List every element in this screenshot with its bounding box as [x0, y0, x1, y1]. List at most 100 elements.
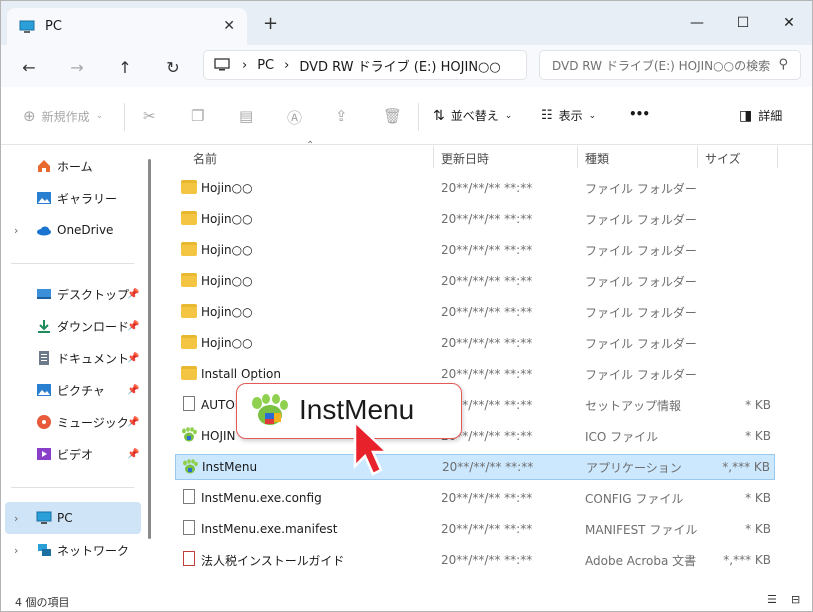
table-row[interactable]: Hojin○○ 20**/**/** **:** ファイル フォルダー — [175, 206, 775, 232]
breadcrumb-drive[interactable]: DVD RW ドライブ (E:) HOJIN○○ — [299, 56, 500, 75]
breadcrumb-pc[interactable]: PC — [257, 58, 274, 73]
maximize-button[interactable]: ☐ — [720, 9, 766, 37]
document-icon — [183, 520, 195, 535]
table-row[interactable]: Hojin○○ 20**/**/** **:** ファイル フォルダー — [175, 237, 775, 263]
details-view-icon[interactable]: ☰ — [767, 593, 777, 606]
tiles-view-icon[interactable]: ⊟ — [791, 593, 800, 606]
rename-button[interactable]: Ⓐ — [287, 107, 302, 128]
back-arrow-icon: ← — [22, 57, 36, 77]
up-button[interactable]: ↑ — [109, 53, 141, 81]
column-header-size[interactable]: サイズ — [705, 150, 741, 167]
pin-icon[interactable]: 📌 — [127, 449, 139, 460]
file-name: Hojin○○ — [201, 336, 253, 350]
column-divider[interactable] — [777, 146, 778, 168]
folder-icon — [181, 366, 197, 380]
cut-button[interactable]: ✂ — [143, 107, 156, 125]
search-input[interactable]: DVD RW ドライブ(E:) HOJIN○○の検索 ⚲ — [539, 50, 801, 80]
sort-button[interactable]: ⇅ 並べ替え ⌄ — [433, 107, 512, 124]
pin-icon[interactable]: 📌 — [127, 353, 139, 364]
column-divider[interactable] — [697, 146, 698, 168]
sidebar-divider — [11, 263, 134, 264]
sidebar-item-home[interactable]: ホーム — [1, 150, 141, 182]
refresh-button[interactable]: ↻ — [157, 53, 189, 81]
app-icon — [182, 459, 198, 474]
share-button[interactable]: ⇪ — [335, 107, 348, 125]
sidebar-item-label: ピクチャ — [57, 383, 105, 398]
toolbar-divider — [124, 103, 125, 131]
sidebar-item-documents[interactable]: ドキュメント 📌 — [1, 342, 141, 374]
back-button[interactable]: ← — [13, 53, 45, 81]
sidebar-item-music[interactable]: ミュージック 📌 — [1, 406, 141, 438]
callout-bubble: InstMenu — [236, 383, 462, 439]
sidebar-item-pc[interactable]: › PC — [5, 502, 141, 534]
new-button[interactable]: ⊕ 新規作成 ⌄ — [23, 107, 103, 125]
folder-icon — [181, 242, 197, 256]
sort-icon: ⇅ — [433, 107, 445, 124]
share-icon: ⇪ — [335, 107, 348, 125]
sidebar-item-onedrive[interactable]: › OneDrive — [1, 214, 141, 246]
file-type: ファイル フォルダー — [585, 336, 697, 351]
file-type: アプリケーション — [586, 460, 682, 475]
column-header-name[interactable]: 名前 — [193, 150, 217, 167]
pin-icon[interactable]: 📌 — [127, 321, 139, 332]
delete-button[interactable]: 🗑 — [383, 107, 402, 125]
computer-icon — [214, 58, 230, 71]
paste-button[interactable]: ▤ — [239, 107, 253, 125]
pin-icon[interactable]: 📌 — [127, 289, 139, 300]
file-size: *,*** KB — [723, 553, 771, 567]
table-row[interactable]: Hojin○○ 20**/**/** **:** ファイル フォルダー — [175, 268, 775, 294]
minimize-button[interactable]: — — [674, 9, 720, 37]
table-row[interactable]: Hojin○○ 20**/**/** **:** ファイル フォルダー — [175, 299, 775, 325]
file-type: ファイル フォルダー — [585, 181, 697, 196]
explorer-window: PC ✕ + — ☐ ✕ ← → ↑ ↻ › PC › DVD RW ドライブ … — [0, 0, 813, 612]
close-button[interactable]: ✕ — [766, 9, 812, 37]
pc-icon — [19, 20, 35, 33]
sidebar-item-videos[interactable]: ビデオ 📌 — [1, 438, 141, 470]
address-bar[interactable]: › PC › DVD RW ドライブ (E:) HOJIN○○ — [203, 50, 527, 80]
sidebar-item-pictures[interactable]: ピクチャ 📌 — [1, 374, 141, 406]
column-header-type[interactable]: 種類 — [585, 150, 609, 167]
pin-icon[interactable]: 📌 — [127, 417, 139, 428]
file-type: MANIFEST ファイル — [585, 522, 698, 537]
sidebar-item-gallery[interactable]: ギャラリー — [1, 182, 141, 214]
maximize-icon: ☐ — [736, 15, 750, 31]
column-header-date[interactable]: 更新日時 — [441, 150, 489, 167]
sidebar-item-network[interactable]: › ネットワーク — [1, 534, 141, 566]
more-options-button[interactable]: ••• — [629, 107, 650, 121]
details-pane-button[interactable]: ◨ 詳細 — [739, 107, 782, 124]
folder-icon — [181, 211, 197, 225]
table-row[interactable]: InstMenu.exe.manifest 20**/**/** **:** MAN… — [175, 516, 775, 542]
sidebar-item-downloads[interactable]: ダウンロード 📌 — [1, 310, 141, 342]
table-row[interactable]: Hojin○○ 20**/**/** **:** ファイル フォルダー — [175, 175, 775, 201]
copy-button[interactable]: ❐ — [191, 107, 204, 125]
file-size: * KB — [745, 522, 771, 536]
file-type: ファイル フォルダー — [585, 367, 697, 382]
table-row[interactable]: Hojin○○ 20**/**/** **:** ファイル フォルダー — [175, 330, 775, 356]
chevron-right-icon: › — [14, 511, 19, 525]
command-bar: ⊕ 新規作成 ⌄ ✂ ❐ ▤ Ⓐ ⇪ 🗑 ⇅ 並べ替え ⌄ ☷ 表示 ⌄ •••… — [1, 87, 812, 145]
table-row[interactable]: InstMenu.exe.config 20**/**/** **:** CONFI… — [175, 485, 775, 511]
folder-icon — [181, 335, 197, 349]
column-divider[interactable] — [433, 146, 434, 168]
navigation-pane: ホーム ギャラリー › OneDrive デスクトップ 📌 ダウンロード 📌 ド… — [1, 146, 156, 589]
table-row[interactable]: 法人税インストールガイド 20**/**/** **:** Adobe Acroba… — [175, 547, 775, 573]
chevron-down-icon: ⌄ — [95, 111, 104, 121]
column-divider[interactable] — [577, 146, 578, 168]
sidebar-item-label: ダウンロード — [57, 319, 130, 334]
tab-pc[interactable]: PC ✕ — [7, 8, 247, 45]
sidebar-item-desktop[interactable]: デスクトップ 📌 — [1, 278, 141, 310]
folder-icon — [181, 180, 197, 194]
pin-icon[interactable]: 📌 — [127, 385, 139, 396]
close-tab-icon[interactable]: ✕ — [223, 18, 235, 34]
view-button[interactable]: ☷ 表示 ⌄ — [541, 107, 596, 124]
forward-button[interactable]: → — [61, 53, 93, 81]
sidebar-item-label: デスクトップ — [57, 287, 130, 302]
item-count: 4 個の項目 — [15, 596, 70, 609]
gallery-icon — [37, 192, 51, 204]
table-row[interactable]: InstMenu 20**/**/** **:** アプリケーション *,*** KB — [175, 454, 775, 480]
sidebar-item-label: ドキュメント — [57, 351, 130, 366]
file-size: * KB — [745, 398, 771, 412]
new-tab-button[interactable]: + — [263, 13, 278, 34]
file-type: ファイル フォルダー — [585, 212, 697, 227]
sidebar-scrollbar[interactable] — [148, 159, 151, 539]
